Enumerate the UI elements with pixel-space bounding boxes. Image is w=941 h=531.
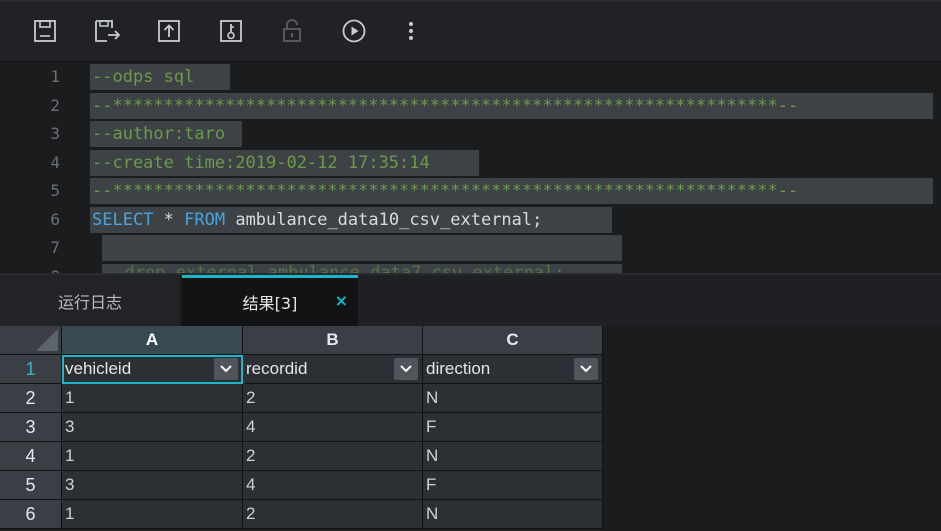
grid-cell[interactable]: recordid xyxy=(243,355,423,384)
close-icon[interactable]: × xyxy=(335,291,348,310)
chevron-down-icon[interactable] xyxy=(394,358,418,380)
grid-cell[interactable]: N xyxy=(423,500,603,529)
code-line: --**************************************… xyxy=(92,96,799,116)
tab-label: 结果[3] xyxy=(242,294,298,313)
line-number: 5 xyxy=(50,181,60,200)
grid-cell[interactable]: 1 xyxy=(62,384,243,413)
grid-cell[interactable]: 2 xyxy=(243,384,423,413)
top-strip xyxy=(0,0,941,2)
code-line: --author:taro xyxy=(92,124,226,144)
sql-editor[interactable]: 1 2 3 4 5 6 7 8 --odps sql --***********… xyxy=(0,62,941,273)
empty-area xyxy=(603,326,941,531)
result-tabbar: 运行日志 结果[3] × xyxy=(0,273,941,326)
grid-cell[interactable]: 3 xyxy=(62,471,243,500)
code-line: --**************************************… xyxy=(92,181,799,201)
grid-cell[interactable]: F xyxy=(423,471,603,500)
chevron-down-icon[interactable] xyxy=(574,358,598,380)
grid-cell[interactable]: vehicleid xyxy=(62,355,243,384)
code-line: --drop external ambulance_data7_csv_exte… xyxy=(104,263,565,273)
grid-cell[interactable]: F xyxy=(423,413,603,442)
line-number: 2 xyxy=(50,96,60,115)
grid-cell[interactable]: 4 xyxy=(243,413,423,442)
field-name: direction xyxy=(426,359,491,378)
selection-highlight xyxy=(102,235,622,261)
code-line: --odps sql xyxy=(92,67,195,87)
row-header[interactable]: 5 xyxy=(0,471,62,500)
field-name: recordid xyxy=(246,359,308,378)
tab-result[interactable]: 结果[3] × xyxy=(182,275,358,326)
grid-cell[interactable]: 1 xyxy=(62,442,243,471)
select-all-corner[interactable] xyxy=(0,326,62,355)
line-number: 3 xyxy=(50,124,60,143)
line-gutter: 1 2 3 4 5 6 7 8 xyxy=(0,62,88,273)
run-icon[interactable] xyxy=(339,16,369,46)
tab-run-log[interactable]: 运行日志 xyxy=(0,275,181,326)
keyword-select: SELECT xyxy=(92,210,154,230)
line-number: 1 xyxy=(50,67,60,86)
column-header[interactable]: B xyxy=(243,326,423,355)
row-header[interactable]: 3 xyxy=(0,413,62,442)
grid-cell[interactable]: 4 xyxy=(243,471,423,500)
result-grid-area: A B C 1 vehicleid recordid direction 2 1… xyxy=(0,326,941,531)
grid-cell[interactable]: N xyxy=(423,384,603,413)
grid-cell[interactable]: 1 xyxy=(62,500,243,529)
tab-label: 运行日志 xyxy=(57,292,122,312)
grid-cell[interactable]: N xyxy=(423,442,603,471)
save-icon[interactable] xyxy=(30,16,60,46)
row-header[interactable]: 6 xyxy=(0,500,62,529)
grid-cell[interactable]: 2 xyxy=(243,500,423,529)
grid-cell[interactable]: 2 xyxy=(243,442,423,471)
row-header[interactable]: 1 xyxy=(0,355,62,384)
more-icon[interactable] xyxy=(396,16,426,46)
save-as-icon[interactable] xyxy=(92,16,122,46)
line-number: 7 xyxy=(50,238,60,257)
lock-icon xyxy=(277,16,307,46)
code-line: --create time:2019-02-12 17:35:14 xyxy=(92,153,430,173)
keyword-from: FROM xyxy=(184,210,226,230)
submit-icon[interactable] xyxy=(154,16,184,46)
corner-triangle xyxy=(36,329,58,351)
chevron-down-icon[interactable] xyxy=(214,358,238,380)
table-name: ambulance_data10_csv_external; xyxy=(225,210,543,230)
line-number: 6 xyxy=(50,210,60,229)
toolbar xyxy=(0,0,941,62)
code-line-select: SELECT * FROM ambulance_data10_csv_exter… xyxy=(92,207,542,233)
line-number: 4 xyxy=(50,153,60,172)
grid-cell[interactable]: 3 xyxy=(62,413,243,442)
grid-cell[interactable]: direction xyxy=(423,355,603,384)
field-name: vehicleid xyxy=(65,359,132,378)
row-header[interactable]: 2 xyxy=(0,384,62,413)
code-star: * xyxy=(153,210,185,230)
row-header[interactable]: 4 xyxy=(0,442,62,471)
steal-lock-icon[interactable] xyxy=(216,16,246,46)
column-header[interactable]: A xyxy=(62,326,243,355)
column-header[interactable]: C xyxy=(423,326,603,355)
